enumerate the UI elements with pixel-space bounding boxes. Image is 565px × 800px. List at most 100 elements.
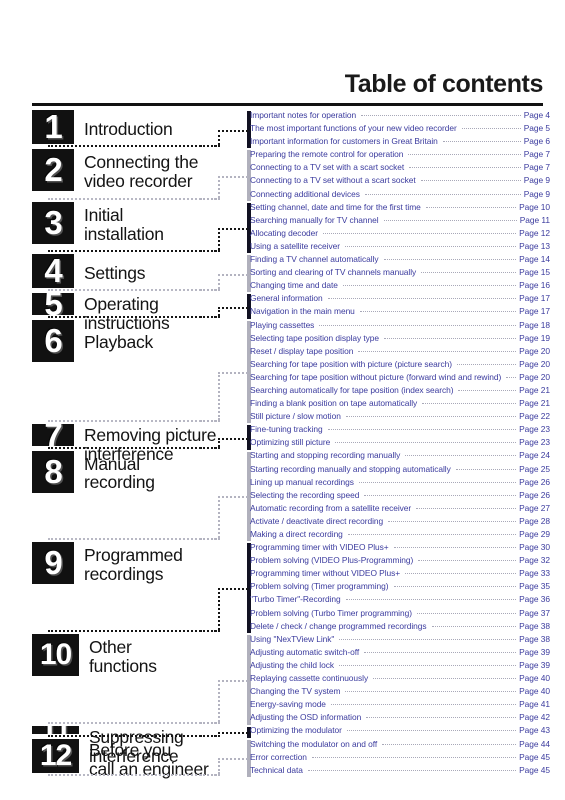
toc-entry[interactable]: Optimizing the modulator Page 43	[250, 725, 550, 738]
chapter-connector-line	[218, 758, 220, 775]
toc-entry-title: Optimizing still picture	[250, 437, 331, 448]
chapter-8[interactable]: 8 Manual recording	[32, 450, 237, 543]
chapter-1[interactable]: 1 Introduction	[32, 110, 237, 149]
toc-entry[interactable]: Connecting to a TV set without a scart s…	[250, 175, 550, 188]
toc-entry[interactable]: Navigation in the main menu Page 17	[250, 306, 550, 319]
chapter-connector-arm-lower	[200, 145, 220, 148]
leader-dots	[425, 206, 517, 208]
toc-entry[interactable]: Starting and stopping recording manually…	[250, 450, 550, 463]
toc-entry[interactable]: Searching manually for TV channel Page 11	[250, 215, 550, 228]
toc-entry[interactable]: Error correction Page 45	[250, 752, 550, 765]
toc-entry[interactable]: Programming timer without VIDEO Plus+ Pag…	[250, 568, 550, 581]
toc-entry[interactable]: Still picture / slow motion Page 22	[250, 411, 550, 424]
toc-entry-title: Reset / display tape position	[250, 345, 354, 356]
toc-entry-title: Adjusting automatic switch-off	[250, 646, 360, 657]
toc-entry[interactable]: The most important functions of your new…	[250, 123, 550, 136]
toc-entry-page: Page 20	[519, 345, 550, 356]
toc-entry[interactable]: Finding a blank position on tape automat…	[250, 398, 550, 411]
toc-entry[interactable]: Sorting and clearing of TV channels manu…	[250, 267, 550, 280]
leader-dots	[330, 704, 517, 706]
chapter-underline-dots	[48, 721, 216, 724]
chapter-3[interactable]: 3 Initial installation	[32, 201, 237, 254]
toc-entry[interactable]: Fine-tuning tracking Page 23	[250, 424, 550, 437]
toc-entry[interactable]: Important information for customers in G…	[250, 136, 550, 149]
leader-dots	[345, 599, 517, 601]
toc-entry[interactable]: Important notes for operation Page 4	[250, 110, 550, 123]
toc-entry[interactable]: Changing time and date Page 16	[250, 280, 550, 293]
toc-entry-title: Selecting the recording speed	[250, 489, 360, 500]
toc-entry[interactable]: Lining up manual recordings Page 26	[250, 477, 550, 490]
toc-entry[interactable]: Technical data Page 45	[250, 765, 550, 778]
leader-dots	[373, 678, 517, 680]
chapter-2[interactable]: 2 Connecting the video recorder	[32, 149, 237, 201]
chapter-connector-line	[218, 175, 220, 198]
toc-entry[interactable]: Preparing the remote control for operati…	[250, 149, 550, 162]
chapter-12[interactable]: 12 Before you call an engineer	[32, 738, 237, 778]
toc-entry[interactable]: Replaying cassette continuously Page 40	[250, 673, 550, 686]
chapter-9[interactable]: 9 Programmed recordings	[32, 542, 237, 634]
chapter-underline-dots	[48, 446, 216, 449]
leader-dots	[405, 573, 517, 575]
toc-entry[interactable]: Delete / check / change programmed recor…	[250, 621, 550, 634]
toc-entry[interactable]: Searching for tape position with picture…	[250, 359, 550, 372]
toc-entry-page: Page 26	[519, 476, 550, 487]
toc-entry[interactable]: Playing cassettes Page 18	[250, 320, 550, 333]
toc-entry[interactable]: Problem solving (VIDEO Plus-Programming)…	[250, 555, 550, 568]
chapter-11[interactable]: 11Suppressinginterference	[32, 725, 237, 765]
toc-entry[interactable]: Problem solving (Timer programming) Page …	[250, 581, 550, 594]
chapter-connector-arm	[218, 679, 248, 682]
toc-entry[interactable]: Changing the TV system Page 40	[250, 686, 550, 699]
toc-entry[interactable]: Connecting additional devices Page 9	[250, 189, 550, 202]
leader-dots	[461, 128, 521, 130]
toc-entry[interactable]: Automatic recording from a satellite rec…	[250, 503, 550, 516]
leader-dots	[307, 769, 517, 771]
toc-entry[interactable]: Searching automatically for tape positio…	[250, 385, 550, 398]
leader-dots	[359, 311, 517, 313]
toc-entry-page: Page 7	[523, 149, 550, 160]
toc-entry[interactable]: Energy-saving mode Page 41	[250, 699, 550, 712]
toc-entry[interactable]: Adjusting the child lock Page 39	[250, 660, 550, 673]
toc-entry[interactable]: Adjusting automatic switch-off Page 39	[250, 647, 550, 660]
toc-entry[interactable]: Selecting the recording speed Page 26	[250, 490, 550, 503]
toc-entry[interactable]: Using "NexTView Link" Page 38	[250, 634, 550, 647]
toc-entry-page: Page 28	[519, 515, 550, 526]
toc-entry-title: Switching the modulator on and off	[250, 738, 378, 749]
toc-entry-title: Lining up manual recordings	[250, 476, 354, 487]
chapter-connector-line	[218, 496, 220, 539]
chapter-title: Other functions	[89, 637, 157, 676]
toc-entry[interactable]: Allocating decoder Page 12	[250, 228, 550, 241]
chapter-connector-line	[218, 273, 220, 290]
chapter-number-text: 11	[32, 726, 79, 734]
chapter-10[interactable]: 10 Other functions	[32, 634, 237, 726]
toc-entry-title: Making a direct recording	[250, 529, 343, 539]
toc-entry[interactable]: Activate / deactivate direct recording Pa…	[250, 516, 550, 529]
leader-dots	[327, 298, 517, 300]
chapter-6[interactable]: 6 Playback	[32, 319, 237, 425]
chapter-number-text: 5	[44, 293, 62, 315]
toc-entry-page: Page 16	[519, 280, 550, 291]
toc-entry[interactable]: General information Page 17	[250, 293, 550, 306]
toc-entry[interactable]: Using a satellite receiver Page 13	[250, 241, 550, 254]
toc-entry[interactable]: Connecting to a TV set with a scart sock…	[250, 162, 550, 175]
chapter-4[interactable]: 4 Settings	[32, 254, 237, 293]
toc-entry[interactable]: "Turbo Timer"-Recording Page 36	[250, 594, 550, 607]
toc-entry[interactable]: Selecting tape position display type Page…	[250, 333, 550, 346]
leader-dots	[455, 468, 517, 470]
toc-entry[interactable]: Finding a TV channel automatically Page 1…	[250, 254, 550, 267]
chapter-connector-arm	[218, 372, 248, 374]
toc-entry[interactable]: Setting channel, date and time for the f…	[250, 202, 550, 215]
toc-entry-page: Page 4	[523, 110, 550, 120]
leader-dots	[456, 363, 517, 365]
toc-entry[interactable]: Making a direct recording Page 29	[250, 529, 550, 542]
toc-entry[interactable]: Adjusting the OSD information Page 42	[250, 712, 550, 725]
chapter-underline-dots	[48, 250, 216, 253]
toc-entry[interactable]: Starting recording manually and stopping…	[250, 464, 550, 477]
toc-entry[interactable]: Programming timer with VIDEO Plus+ Page 3…	[250, 542, 550, 555]
toc-entry[interactable]: Problem solving (Turbo Timer programming…	[250, 608, 550, 621]
chapter-underline-dots	[48, 145, 216, 148]
toc-entry[interactable]: Reset / display tape position Page 20	[250, 346, 550, 359]
toc-entry[interactable]: Switching the modulator on and off Page 4…	[250, 739, 550, 752]
toc-entry[interactable]: Searching for tape position without pict…	[250, 372, 550, 385]
toc-entry[interactable]: Optimizing still picture Page 23	[250, 437, 550, 450]
entry-list: Important notes for operation Page 4 The m…	[250, 110, 550, 778]
